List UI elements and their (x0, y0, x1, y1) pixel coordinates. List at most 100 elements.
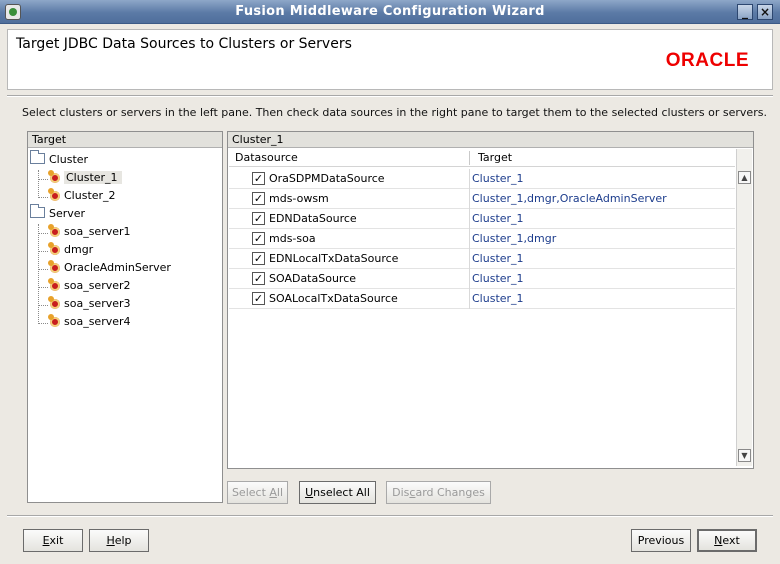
column-header-datasource[interactable]: Datasource (235, 149, 298, 167)
datasource-target: Cluster_1 (472, 292, 524, 305)
datasource-checkbox[interactable]: ✓ (252, 172, 265, 185)
column-separator (469, 229, 470, 249)
tree-node-label: Cluster (49, 153, 89, 166)
tree-line (38, 170, 39, 198)
column-header-target[interactable]: Target (478, 149, 512, 167)
instructions-text: Select clusters or servers in the left p… (22, 106, 767, 119)
tree-node-server[interactable]: Server (30, 204, 86, 223)
datasource-target: Cluster_1 (472, 272, 524, 285)
button-mnemonic: U (305, 486, 314, 499)
tree-node-soa-server1[interactable]: soa_server1 (48, 223, 131, 241)
column-separator (469, 151, 470, 165)
tree-node-soa-server3[interactable]: soa_server3 (48, 295, 131, 313)
datasource-target: Cluster_1,dmgr,OracleAdminServer (472, 192, 667, 205)
tree-line (38, 305, 48, 306)
tree-line (38, 224, 39, 324)
button-mnemonic: E (42, 534, 50, 547)
server-icon (48, 314, 62, 328)
target-pane[interactable]: Target Cluster Cluster_1 Cluster_2 Serve… (27, 131, 223, 503)
unselect-all-button[interactable]: Unselect All (299, 481, 376, 504)
scroll-up-arrow-icon[interactable]: ▲ (738, 171, 751, 184)
tree-node-soa-server4[interactable]: soa_server4 (48, 313, 131, 331)
datasource-name: SOADataSource (269, 272, 357, 285)
datasource-checkbox[interactable]: ✓ (252, 292, 265, 305)
tree-node-label: dmgr (64, 243, 94, 256)
minimize-button[interactable]: _ (737, 4, 753, 20)
target-pane-header: Target (28, 132, 222, 148)
tree-line (38, 179, 48, 180)
tree-line (38, 197, 48, 198)
window-title: Fusion Middleware Configuration Wizard (235, 4, 545, 19)
page-title: Target JDBC Data Sources to Clusters or … (16, 36, 352, 52)
datasource-name: EDNDataSource (269, 212, 357, 225)
table-row[interactable]: ✓ mds-soa Cluster_1,dmgr (229, 229, 735, 249)
tree-node-dmgr[interactable]: dmgr (48, 241, 93, 259)
button-label: xit (49, 534, 64, 547)
datasource-checkbox[interactable]: ✓ (252, 252, 265, 265)
cluster-icon (48, 170, 62, 184)
table-row[interactable]: ✓ SOADataSource Cluster_1 (229, 269, 735, 289)
tree-line (38, 269, 48, 270)
scroll-down-arrow-icon[interactable]: ▼ (738, 449, 751, 462)
column-separator (469, 269, 470, 289)
datasource-checkbox[interactable]: ✓ (252, 272, 265, 285)
table-row[interactable]: ✓ EDNLocalTxDataSource Cluster_1 (229, 249, 735, 269)
table-header: Datasource Target (229, 149, 735, 167)
datasource-checkbox[interactable]: ✓ (252, 212, 265, 225)
tree-node-label: soa_server2 (64, 279, 131, 292)
table-row[interactable]: ✓ mds-owsm Cluster_1,dmgr,OracleAdminSer… (229, 189, 735, 209)
button-label: nselect All (313, 486, 370, 499)
datasource-target: Cluster_1 (472, 212, 524, 225)
server-icon (48, 260, 62, 274)
datasource-name: mds-owsm (269, 192, 329, 205)
datasource-name: EDNLocalTxDataSource (269, 252, 399, 265)
column-separator (469, 169, 470, 189)
column-separator (469, 249, 470, 269)
server-icon (48, 278, 62, 292)
datasource-target: Cluster_1 (472, 172, 524, 185)
select-all-button[interactable]: Select All (227, 481, 288, 504)
datasource-target: Cluster_1,dmgr (472, 232, 557, 245)
header-divider (7, 95, 773, 97)
datasource-name: OraSDPMDataSource (269, 172, 385, 185)
previous-button[interactable]: Previous (631, 529, 691, 552)
cluster-icon (48, 188, 62, 202)
column-separator (469, 189, 470, 209)
table-row[interactable]: ✓ EDNDataSource Cluster_1 (229, 209, 735, 229)
tree-node-soa-server2[interactable]: soa_server2 (48, 277, 131, 295)
tree-node-cluster-2[interactable]: Cluster_2 (48, 187, 116, 205)
datasource-pane: Cluster_1 Datasource Target ✓ OraSDPMDat… (227, 131, 754, 469)
folder-icon (30, 150, 45, 164)
close-button[interactable]: × (757, 4, 773, 20)
datasource-checkbox[interactable]: ✓ (252, 192, 265, 205)
tree-node-cluster[interactable]: Cluster (30, 150, 89, 169)
tree-line (38, 251, 48, 252)
next-button[interactable]: Next (697, 529, 757, 552)
server-icon (48, 296, 62, 310)
table-row[interactable]: ✓ OraSDPMDataSource Cluster_1 (229, 169, 735, 189)
tree-node-oracleadminserver[interactable]: OracleAdminServer (48, 259, 171, 277)
discard-changes-button[interactable]: Discard Changes (386, 481, 491, 504)
exit-button[interactable]: Exit (23, 529, 83, 552)
tree-line (38, 287, 48, 288)
tree-node-label: soa_server4 (64, 315, 131, 328)
table-scrollbar[interactable]: ▲ ▼ (736, 149, 752, 466)
table-row[interactable]: ✓ SOALocalTxDataSource Cluster_1 (229, 289, 735, 309)
help-button[interactable]: Help (89, 529, 149, 552)
column-separator (469, 209, 470, 229)
datasource-name: mds-soa (269, 232, 316, 245)
button-label: ll (276, 486, 284, 499)
button-label: ext (722, 534, 740, 547)
window-titlebar[interactable]: Fusion Middleware Configuration Wizard _… (0, 0, 780, 24)
folder-icon (30, 204, 45, 218)
tree-node-label: soa_server3 (64, 297, 131, 310)
column-separator (469, 289, 470, 309)
tree-line (38, 233, 48, 234)
datasource-checkbox[interactable]: ✓ (252, 232, 265, 245)
tree-node-label: Cluster_1 (64, 171, 122, 184)
wizard-header: Target JDBC Data Sources to Clusters or … (7, 29, 773, 90)
button-label: elp (114, 534, 132, 547)
tree-node-cluster-1[interactable]: Cluster_1 (48, 169, 122, 187)
server-icon (48, 242, 62, 256)
tree-node-label: Server (49, 207, 86, 220)
